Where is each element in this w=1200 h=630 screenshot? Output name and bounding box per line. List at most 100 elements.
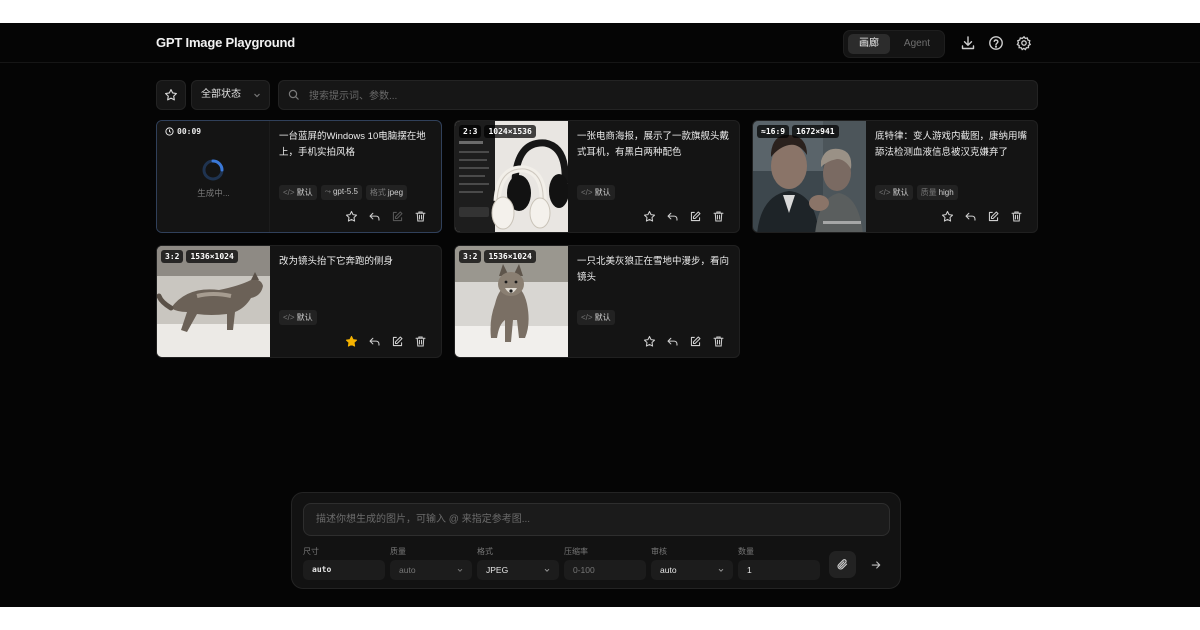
image-card[interactable]: 2:3 1024×1536 一张电商海报，展示了一款旗舰头戴式耳机，有黑白两种配…	[454, 120, 740, 233]
param-size: 尺寸 auto	[303, 546, 385, 580]
delete-trash-icon[interactable]	[712, 335, 725, 348]
delete-trash-icon[interactable]	[1010, 210, 1023, 223]
reuse-prompt-icon[interactable]	[666, 210, 679, 223]
card-image-gray-wolf[interactable]: 3:2 1536×1024	[455, 246, 568, 357]
card-tags: </> 默认 质量 high	[875, 185, 958, 200]
card-tags: </> 默认 ⤳ gpt-5.5 格式 jpeg	[279, 185, 408, 200]
param-label: 审核	[651, 547, 667, 556]
aspect-ratio-badge: 3:2	[459, 250, 482, 263]
format-select[interactable]: JPEG	[477, 560, 559, 580]
count-input[interactable]: 1	[738, 560, 820, 580]
card-actions	[941, 210, 1023, 223]
download-icon[interactable]	[960, 35, 976, 51]
card-prompt: 一张电商海报，展示了一款旗舰头戴式耳机，有黑白两种配色	[577, 131, 730, 158]
delete-trash-icon[interactable]	[414, 335, 427, 348]
timer-value: 00:09	[177, 127, 202, 136]
attach-reference-button[interactable]	[829, 551, 856, 578]
star-icon	[165, 89, 177, 101]
compression-input[interactable]: 0-100	[564, 560, 646, 580]
timer: 00:09	[165, 127, 201, 136]
resolution-badge: 1672×941	[792, 125, 839, 138]
card-actions	[643, 210, 725, 223]
reuse-prompt-icon[interactable]	[964, 210, 977, 223]
moderation-value: auto	[660, 565, 677, 575]
card-image-game-screenshot[interactable]: ≈16:9 1672×941	[753, 121, 866, 232]
edit-icon[interactable]	[689, 335, 702, 348]
top-bar: GPT Image Playground 画廊 Agent	[0, 23, 1200, 63]
favorites-filter-button[interactable]	[156, 80, 186, 110]
image-card[interactable]: 00:09 生成中... 一台蓝屏的Windows 10电脑摆在地上，手机实拍风…	[156, 120, 442, 233]
reuse-prompt-icon[interactable]	[368, 335, 381, 348]
generating-placeholder: 00:09 生成中...	[157, 121, 270, 232]
search-icon	[288, 89, 299, 100]
param-compression: 压缩率 0-100	[564, 546, 646, 580]
favorite-star-icon[interactable]	[941, 210, 954, 223]
card-tags: </> 默认	[577, 185, 615, 200]
favorite-star-icon[interactable]	[643, 335, 656, 348]
tag-preset: </> 默认	[279, 185, 317, 200]
favorite-star-icon[interactable]	[345, 210, 358, 223]
prompt-input-wrapper	[303, 503, 890, 536]
tab-agent[interactable]: Agent	[894, 34, 940, 54]
image-badges: 3:2 1536×1024	[161, 250, 238, 263]
reuse-prompt-icon[interactable]	[368, 210, 381, 223]
tag-preset: </> 默认	[875, 185, 913, 200]
tab-gallery[interactable]: 画廊	[848, 34, 890, 54]
param-label: 格式	[477, 547, 493, 556]
moderation-select[interactable]: auto	[651, 560, 733, 580]
delete-trash-icon[interactable]	[712, 210, 725, 223]
reuse-prompt-icon[interactable]	[666, 335, 679, 348]
chevron-down-icon	[544, 568, 550, 572]
card-image-headphones[interactable]: 2:3 1024×1536	[455, 121, 568, 232]
status-filter-select[interactable]: 全部状态	[191, 80, 270, 110]
param-count: 数量 1	[738, 546, 820, 580]
size-input[interactable]: auto	[303, 560, 385, 580]
card-actions	[345, 210, 427, 223]
paperclip-icon	[837, 559, 848, 570]
delete-trash-icon[interactable]	[414, 210, 427, 223]
favorite-star-filled-icon[interactable]	[345, 335, 358, 348]
resolution-badge: 1536×1024	[186, 250, 238, 263]
param-label: 数量	[738, 547, 754, 556]
tag-preset: </> 默认	[577, 185, 615, 200]
favorite-star-icon[interactable]	[643, 210, 656, 223]
image-badges: 3:2 1536×1024	[459, 250, 536, 263]
image-card[interactable]: ≈16:9 1672×941 底特律：变人游戏内截图，康纳用嘴舔法检测血液信息被…	[752, 120, 1038, 233]
card-actions	[643, 335, 725, 348]
aspect-ratio-badge: 3:2	[161, 250, 184, 263]
card-prompt: 一只北美灰狼正在雪地中漫步，看向镜头	[577, 256, 730, 283]
arrow-right-icon	[871, 560, 880, 569]
chevron-down-icon	[254, 93, 260, 98]
help-icon[interactable]	[988, 35, 1004, 51]
view-toggle: 画廊 Agent	[843, 30, 945, 58]
image-card[interactable]: 3:2 1536×1024 一只北美灰狼正在雪地中漫步，看向镜头 </> 默认	[454, 245, 740, 358]
search-input[interactable]	[307, 81, 1011, 111]
format-value: JPEG	[486, 565, 509, 575]
card-image-running-wolf[interactable]: 3:2 1536×1024	[157, 246, 270, 357]
app-window: GPT Image Playground 画廊 Agent 全部状态 搜索提示词…	[0, 23, 1200, 607]
edit-icon[interactable]	[391, 335, 404, 348]
tag-preset: </> 默认	[279, 310, 317, 325]
prompt-composer: 尺寸 auto 质量 auto 格式 JPEG 压缩率 0-100 审核 aut…	[291, 492, 901, 589]
edit-icon[interactable]	[689, 210, 702, 223]
clock-icon	[165, 127, 174, 136]
aspect-ratio-badge: ≈16:9	[757, 125, 790, 138]
tag-model: ⤳ gpt-5.5	[320, 185, 362, 200]
edit-icon[interactable]	[987, 210, 1000, 223]
resolution-badge: 1536×1024	[484, 250, 536, 263]
quality-value: auto	[399, 565, 416, 575]
param-label: 尺寸	[303, 547, 319, 556]
edit-icon[interactable]	[391, 210, 404, 223]
card-prompt: 改为镜头抬下它奔跑的侧身	[279, 256, 394, 267]
card-tags: </> 默认	[279, 310, 317, 325]
param-moderation: 审核 auto	[651, 546, 733, 580]
image-badges: 2:3 1024×1536	[459, 125, 536, 138]
param-label: 压缩率	[564, 547, 588, 556]
settings-icon[interactable]	[1016, 35, 1032, 51]
param-format: 格式 JPEG	[477, 546, 559, 580]
image-card[interactable]: 3:2 1536×1024 改为镜头抬下它奔跑的侧身 </> 默认	[156, 245, 442, 358]
prompt-input[interactable]	[304, 504, 889, 535]
app-title: GPT Image Playground	[156, 35, 296, 50]
send-button[interactable]	[862, 551, 889, 578]
quality-select[interactable]: auto	[390, 560, 472, 580]
